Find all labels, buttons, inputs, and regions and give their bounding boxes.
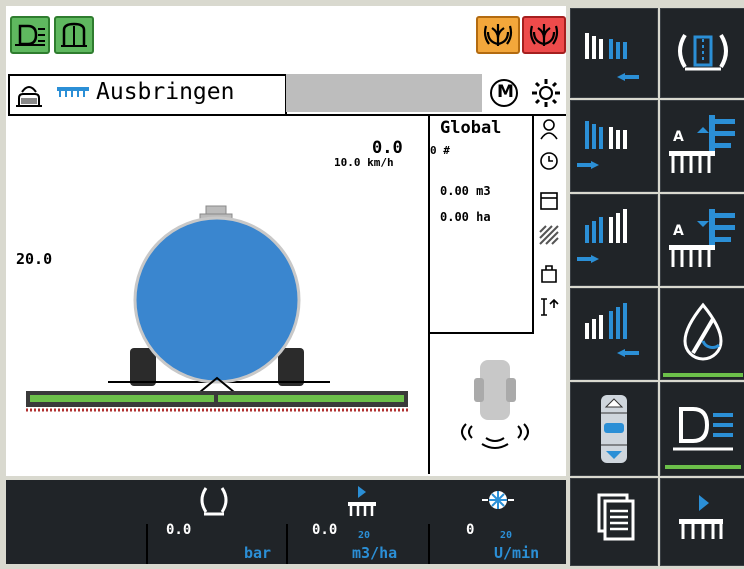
- status-divider-2: [286, 524, 288, 564]
- tank-volume-icon[interactable]: [538, 190, 560, 212]
- global-volume: 0.00 m3: [440, 184, 491, 198]
- manual-mode-label: M: [497, 82, 514, 102]
- panel-divider: [428, 116, 430, 474]
- pressure-unit: bar: [244, 544, 272, 562]
- rate-value: 0.0: [312, 522, 338, 538]
- crop-orange-icon[interactable]: [476, 16, 520, 54]
- title-bar-fill: [286, 74, 482, 112]
- boom-fold-left-in-button[interactable]: [570, 8, 658, 98]
- rate-target: 20: [358, 530, 371, 541]
- tank-level-button[interactable]: [570, 382, 658, 476]
- boom-fold-right-out-button[interactable]: [570, 194, 658, 286]
- application-rate-icon: [348, 486, 376, 516]
- status-divider-1: [146, 524, 148, 564]
- status-divider-3: [428, 524, 430, 564]
- crop-red-icon[interactable]: [522, 16, 566, 54]
- global-area: 0.00 ha: [440, 210, 491, 224]
- boom-height-up-button[interactable]: A: [660, 100, 744, 192]
- boom-height-down-button[interactable]: A: [660, 194, 744, 286]
- tractor-sensor-icon: [461, 360, 529, 449]
- right-wheel: [278, 348, 304, 386]
- user-icon[interactable]: [538, 118, 560, 140]
- rate-unit: m3/ha: [352, 544, 398, 562]
- settings-gear-icon[interactable]: [526, 74, 566, 112]
- rpm-unit: U/min: [494, 544, 540, 562]
- boom-left-section: [30, 395, 214, 402]
- boom-light-button[interactable]: [660, 382, 744, 476]
- documents-button[interactable]: [570, 478, 658, 566]
- headlight-icon[interactable]: [10, 16, 50, 54]
- boom-right-section: [218, 395, 404, 402]
- tanker-diagram: [26, 205, 408, 412]
- panel-hsplit: [428, 332, 534, 334]
- door-icon[interactable]: [54, 16, 94, 54]
- boom-fold-right-in-button[interactable]: [570, 288, 658, 380]
- global-count: 0 #: [430, 144, 450, 157]
- tank-body: [133, 216, 301, 384]
- clock-icon[interactable]: [538, 150, 560, 172]
- tab-divider: [8, 114, 566, 116]
- headlights-work-button[interactable]: [660, 8, 744, 98]
- global-title: Global: [440, 118, 502, 138]
- pressure-value: 0.0: [166, 522, 192, 538]
- svg-text:A: A: [673, 129, 684, 145]
- rpm-value: 0: [466, 522, 475, 538]
- svg-text:A: A: [673, 223, 684, 239]
- pressure-gauge-icon: [200, 487, 228, 516]
- boom-fold-left-out-button[interactable]: [570, 100, 658, 192]
- manual-mode-button[interactable]: M: [482, 74, 526, 112]
- speed-subvalue: 10.0 km/h: [334, 156, 394, 169]
- flow-control-button[interactable]: [660, 288, 744, 380]
- area-icon[interactable]: [538, 224, 560, 246]
- tractor-view-icon[interactable]: [12, 80, 46, 110]
- boom-icon: [56, 84, 90, 98]
- speed-value: 0.0: [372, 138, 403, 158]
- boom-spray-button[interactable]: [660, 478, 744, 566]
- page-title: Ausbringen: [96, 79, 235, 105]
- weight-icon[interactable]: [538, 262, 560, 284]
- left-wheel: [130, 348, 156, 386]
- fan-speed-icon: [482, 491, 514, 509]
- side-divider: [532, 116, 534, 332]
- sort-icon[interactable]: [538, 296, 560, 318]
- rpm-target: 20: [500, 530, 513, 541]
